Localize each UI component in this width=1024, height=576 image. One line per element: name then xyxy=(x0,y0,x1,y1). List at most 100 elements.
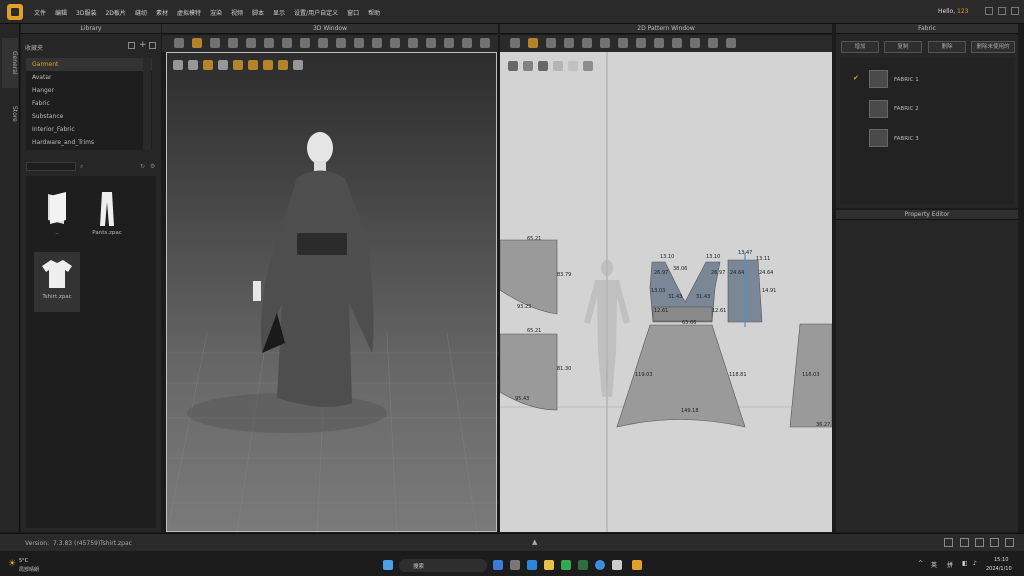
search-icon[interactable]: ⌕ xyxy=(80,163,83,171)
view-icon-9[interactable] xyxy=(293,60,303,70)
taskbar-app-icon-1[interactable] xyxy=(493,560,503,570)
maximize-icon[interactable] xyxy=(998,7,1006,15)
select-tool-icon[interactable] xyxy=(174,38,184,48)
menu-script[interactable]: 脚本 xyxy=(252,8,264,17)
2d-texture-icon[interactable] xyxy=(708,38,718,48)
settings-icon[interactable]: ⚙ xyxy=(150,163,155,170)
taskbar-app-icon-4[interactable] xyxy=(544,560,554,570)
view-icon-7[interactable] xyxy=(263,60,273,70)
2d-circle-icon[interactable] xyxy=(600,38,610,48)
library-item-tshirt[interactable]: Tshirt.zpac xyxy=(34,252,80,312)
2d-view-icon-4[interactable] xyxy=(553,61,563,71)
menu-3d-garment[interactable]: 3D服装 xyxy=(76,8,96,17)
library-item-pants[interactable]: Pants.zpac xyxy=(84,190,130,236)
tack-tool-icon[interactable] xyxy=(264,38,274,48)
check-icon[interactable]: ✔ xyxy=(853,74,859,82)
menu-window[interactable]: 窗口 xyxy=(347,8,359,17)
layout-icon-4[interactable] xyxy=(990,538,999,547)
2d-graphic-icon[interactable] xyxy=(726,38,736,48)
user-greeting[interactable]: Hello, 123 xyxy=(938,8,969,15)
taskbar-clo-icon[interactable] xyxy=(632,560,642,570)
2d-check-sewing-icon[interactable] xyxy=(690,38,700,48)
fit-map-tool-icon[interactable] xyxy=(372,38,382,48)
taskbar-app-icon-2[interactable] xyxy=(510,560,520,570)
layout-icon-2[interactable] xyxy=(960,538,969,547)
2d-polygon-icon[interactable] xyxy=(564,38,574,48)
windows-start-icon[interactable] xyxy=(383,560,393,570)
2d-view-icon-2[interactable] xyxy=(523,61,533,71)
move-tool-icon[interactable] xyxy=(192,38,202,48)
view-icon-5[interactable] xyxy=(233,60,243,70)
skin-tool-icon[interactable] xyxy=(336,38,346,48)
add-icon[interactable]: + xyxy=(139,40,147,50)
library-search-input[interactable] xyxy=(26,162,76,171)
tab-general[interactable]: General xyxy=(2,38,18,88)
2d-select-icon[interactable] xyxy=(510,38,520,48)
tab-store[interactable]: Store xyxy=(2,96,18,132)
weather-icon[interactable]: ☀ xyxy=(8,559,16,569)
input-lang-2[interactable]: 拼 xyxy=(947,560,953,569)
menu-video[interactable]: 视频 xyxy=(231,8,243,17)
menu-help[interactable]: 帮助 xyxy=(368,8,380,17)
2d-pattern-viewport[interactable]: 65.21 83.79 93.23 65.21 81.30 95.43 13.1… xyxy=(499,52,833,532)
menu-render[interactable]: 渲染 xyxy=(210,8,222,17)
layout-icon-3[interactable] xyxy=(975,538,984,547)
layer-tool-icon[interactable] xyxy=(462,38,472,48)
tree-item-fabric[interactable]: Fabric xyxy=(26,97,152,110)
tree-item-substance[interactable]: Substance xyxy=(26,110,152,123)
menu-sewing[interactable]: 缝纫 xyxy=(135,8,147,17)
upload-icon[interactable] xyxy=(128,42,135,49)
network-icon[interactable]: ◧ xyxy=(962,560,968,567)
taskbar-app-icon-5[interactable] xyxy=(561,560,571,570)
delete-unused-button[interactable]: 删除未使用的 xyxy=(971,41,1015,53)
tree-item-hanger[interactable]: Hanger xyxy=(26,84,152,97)
avatar-tool-icon[interactable] xyxy=(318,38,328,48)
2d-rectangle-icon[interactable] xyxy=(582,38,592,48)
fabric-swatch-3[interactable] xyxy=(869,129,888,147)
expand-up-icon[interactable]: ▲ xyxy=(532,538,537,546)
layout-icon-1[interactable] xyxy=(944,538,953,547)
clock-date[interactable]: 2024/1/10 xyxy=(986,566,1012,572)
tree-scrollbar[interactable] xyxy=(143,58,151,150)
menu-settings[interactable]: 设置/用户自定义 xyxy=(294,8,338,17)
taskbar-app-icon-3[interactable] xyxy=(527,560,537,570)
tree-item-avatar[interactable]: Avatar xyxy=(26,71,152,84)
volume-icon[interactable]: ♪ xyxy=(973,560,977,567)
show-tool-icon[interactable] xyxy=(480,38,490,48)
fabric-name-2[interactable]: FABRIC 2 xyxy=(894,106,919,112)
refresh-icon[interactable]: ↻ xyxy=(140,163,145,170)
view-icon-3[interactable] xyxy=(203,60,213,70)
favorites-label[interactable]: 收藏夹 xyxy=(25,43,43,52)
measure-tool-icon[interactable] xyxy=(246,38,256,48)
close-icon[interactable] xyxy=(1011,7,1019,15)
snapshot-tool-icon[interactable] xyxy=(408,38,418,48)
menu-file[interactable]: 文件 xyxy=(34,8,46,17)
arrange-tool-icon[interactable] xyxy=(282,38,292,48)
fabric-name-1[interactable]: FABRIC 1 xyxy=(894,77,919,83)
tray-arrow-icon[interactable]: ^ xyxy=(918,560,923,567)
view-icon-2[interactable] xyxy=(188,60,198,70)
input-lang-1[interactable]: 英 xyxy=(931,560,937,569)
2d-view-icon-6[interactable] xyxy=(583,61,593,71)
taskbar-search[interactable]: 搜索 xyxy=(399,559,487,572)
menu-display[interactable]: 显示 xyxy=(273,8,285,17)
grid-view-icon[interactable] xyxy=(149,42,156,49)
menu-avatar[interactable]: 虚拟模特 xyxy=(177,8,201,17)
taskbar-app-icon-6[interactable] xyxy=(578,560,588,570)
2d-free-sewing-icon[interactable] xyxy=(672,38,682,48)
menu-2d-pattern[interactable]: 2D板片 xyxy=(105,8,125,17)
view-icon-6[interactable] xyxy=(248,60,258,70)
tree-item-garment[interactable]: Garment xyxy=(26,58,152,71)
2d-segment-sewing-icon[interactable] xyxy=(654,38,664,48)
clock-time[interactable]: 15:10 xyxy=(994,557,1008,563)
copy-fabric-button[interactable]: 复制 xyxy=(884,41,922,53)
fabric-swatch-1[interactable] xyxy=(869,70,888,88)
2d-view-icon-1[interactable] xyxy=(508,61,518,71)
menu-materials[interactable]: 素材 xyxy=(156,8,168,17)
view-icon-4[interactable] xyxy=(218,60,228,70)
2d-view-icon-5[interactable] xyxy=(568,61,578,71)
strain-tool-icon[interactable] xyxy=(354,38,364,48)
delete-fabric-button[interactable]: 删除 xyxy=(928,41,966,53)
fabric-name-3[interactable]: FABRIC 3 xyxy=(894,136,919,142)
fabric-swatch-2[interactable] xyxy=(869,100,888,118)
